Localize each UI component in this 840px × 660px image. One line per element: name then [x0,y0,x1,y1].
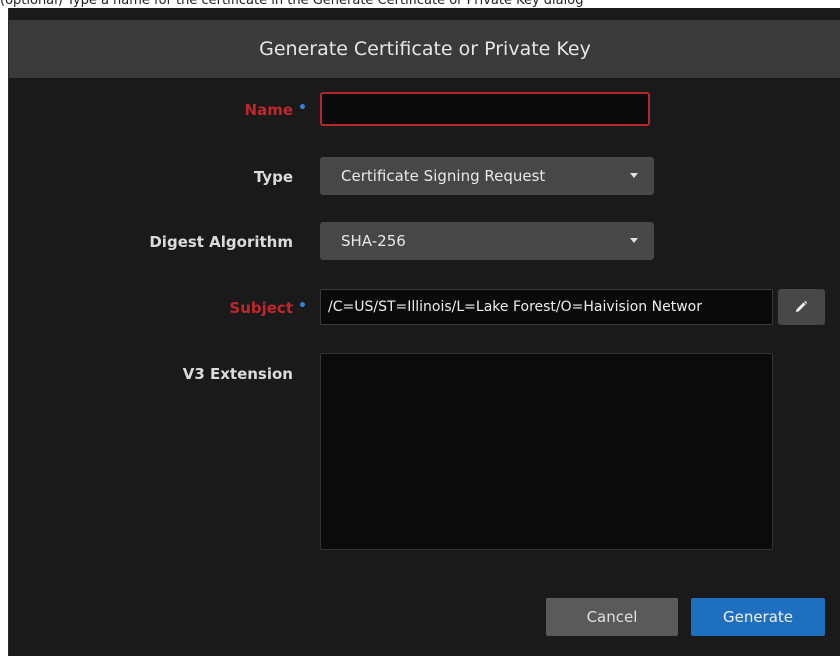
page-caption: (optional) Type a name for the certifica… [0,0,584,8]
dialog-title: Generate Certificate or Private Key [9,20,840,78]
dialog-top-strip [9,8,840,20]
edit-subject-button[interactable] [778,289,825,325]
v3-extension-textarea[interactable] [320,353,773,550]
type-select-value: Certificate Signing Request [341,167,546,185]
name-required-mark: • [298,100,307,116]
v3-extension-label: V3 Extension [182,365,293,383]
subject-required-mark: • [298,298,307,314]
type-label: Type [253,168,293,186]
type-select[interactable]: Certificate Signing Request [320,157,654,195]
caret-down-icon [630,238,638,243]
digest-algorithm-value: SHA-256 [341,232,406,250]
pencil-icon [796,300,808,312]
generate-certificate-dialog: Generate Certificate or Private Key Name… [8,8,840,656]
generate-button[interactable]: Generate [691,598,825,636]
subject-input[interactable]: /C=US/ST=Illinois/L=Lake Forest/O=Haivis… [320,289,773,325]
digest-algorithm-label: Digest Algorithm [149,233,293,251]
name-label: Name [244,101,293,119]
caret-down-icon [630,173,638,178]
cancel-button[interactable]: Cancel [546,598,678,636]
name-input[interactable] [320,92,650,126]
subject-label: Subject [229,299,293,317]
digest-algorithm-select[interactable]: SHA-256 [320,222,654,260]
